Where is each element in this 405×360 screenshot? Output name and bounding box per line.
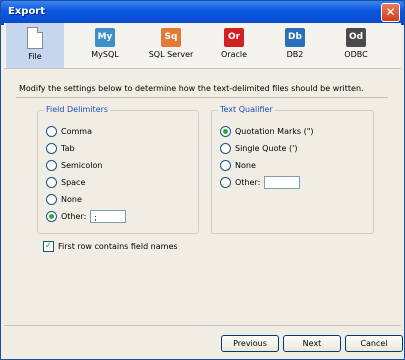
tool-sqlserver-label: SQL Server bbox=[148, 50, 194, 59]
qual-quotation-option[interactable]: Quotation Marks (") bbox=[220, 125, 314, 137]
tool-file-label: File bbox=[28, 52, 42, 61]
tool-file[interactable]: File bbox=[6, 23, 64, 68]
qual-other-option[interactable]: Other: bbox=[220, 175, 301, 189]
delim-comma-option[interactable]: Comma bbox=[46, 125, 92, 137]
qual-other-input[interactable] bbox=[264, 175, 301, 189]
first-row-option[interactable]: ✓ First row contains field names bbox=[43, 241, 178, 252]
field-delimiters-group: Field Delimiters Comma Tab Semicolon Spa… bbox=[37, 105, 199, 234]
file-icon bbox=[27, 27, 43, 49]
field-delimiters-title: Field Delimiters bbox=[44, 105, 111, 114]
radio-button[interactable] bbox=[220, 142, 231, 154]
radio-button[interactable] bbox=[46, 176, 57, 188]
qual-none-option[interactable]: None bbox=[220, 159, 256, 171]
tool-oracle[interactable]: Or Oracle bbox=[205, 23, 263, 68]
radio-button[interactable] bbox=[220, 159, 231, 171]
radio-button-selected[interactable] bbox=[46, 210, 57, 222]
tool-odbc-label: ODBC bbox=[344, 50, 368, 59]
delim-space-option[interactable]: Space bbox=[46, 176, 85, 188]
qual-none-label: None bbox=[235, 160, 256, 170]
delim-none-label: None bbox=[61, 194, 82, 204]
db2-icon: Db bbox=[285, 28, 305, 47]
delim-tab-option[interactable]: Tab bbox=[46, 142, 75, 154]
delim-other-label: Other: bbox=[61, 211, 87, 221]
footer-divider bbox=[4, 325, 401, 326]
tool-db2[interactable]: Db DB2 bbox=[266, 23, 324, 68]
tool-mysql-label: MySQL bbox=[91, 50, 119, 59]
radio-button[interactable] bbox=[46, 142, 57, 154]
qual-quotation-label: Quotation Marks (") bbox=[235, 126, 314, 136]
delim-semicolon-label: Semicolon bbox=[61, 160, 103, 170]
delim-none-option[interactable]: None bbox=[46, 193, 82, 205]
tool-odbc[interactable]: Od ODBC bbox=[327, 23, 385, 68]
tool-oracle-label: Oracle bbox=[220, 50, 248, 59]
first-row-checkbox[interactable]: ✓ bbox=[43, 241, 54, 252]
radio-button[interactable] bbox=[46, 159, 57, 171]
qual-single-quote-option[interactable]: Single Quote (') bbox=[220, 142, 297, 154]
export-dialog: Export ✕ File My MySQL Sq SQL Server Or … bbox=[0, 0, 405, 360]
tool-sqlserver[interactable]: Sq SQL Server bbox=[142, 23, 200, 68]
window-title: Export bbox=[8, 6, 46, 17]
close-button[interactable]: ✕ bbox=[381, 3, 400, 22]
delim-semicolon-option[interactable]: Semicolon bbox=[46, 159, 103, 171]
radio-button[interactable] bbox=[46, 125, 57, 137]
tool-mysql[interactable]: My MySQL bbox=[76, 23, 134, 68]
intro-text: Modify the settings below to determine h… bbox=[19, 84, 364, 93]
radio-button-selected[interactable] bbox=[220, 125, 231, 137]
delim-tab-label: Tab bbox=[61, 143, 75, 153]
delim-other-input[interactable]: ; bbox=[90, 209, 127, 223]
first-row-label: First row contains field names bbox=[58, 242, 178, 251]
export-format-toolbar: File My MySQL Sq SQL Server Or Oracle Db… bbox=[4, 23, 401, 69]
divider bbox=[16, 97, 388, 98]
tool-db2-label: DB2 bbox=[286, 50, 304, 59]
previous-button[interactable]: Previous bbox=[221, 335, 279, 352]
title-bar[interactable]: Export ✕ bbox=[1, 1, 404, 23]
radio-button[interactable] bbox=[46, 193, 57, 205]
text-qualifier-group: Text Qualifier Quotation Marks (") Singl… bbox=[211, 105, 374, 234]
delim-other-option[interactable]: Other: ; bbox=[46, 209, 127, 223]
text-qualifier-title: Text Qualifier bbox=[218, 105, 275, 114]
qual-other-label: Other: bbox=[235, 177, 261, 187]
odbc-icon: Od bbox=[346, 28, 366, 47]
cancel-button[interactable]: Cancel bbox=[345, 335, 403, 352]
delim-comma-label: Comma bbox=[61, 126, 92, 136]
mysql-icon: My bbox=[95, 28, 115, 47]
next-button[interactable]: Next bbox=[283, 335, 341, 352]
delim-space-label: Space bbox=[61, 177, 86, 187]
qual-single-quote-label: Single Quote (') bbox=[235, 143, 298, 153]
oracle-icon: Or bbox=[224, 28, 244, 47]
export-settings-panel: Modify the settings below to determine h… bbox=[4, 69, 401, 325]
sqlserver-icon: Sq bbox=[161, 28, 181, 47]
radio-button[interactable] bbox=[220, 176, 231, 188]
